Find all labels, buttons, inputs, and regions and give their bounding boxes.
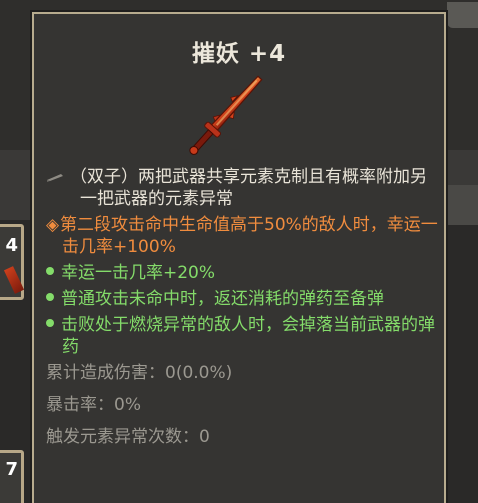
- item-details: （双子）两把武器共享元素克制且有概率附加另一把武器的元素异常 ◈第二段攻击命中生…: [46, 166, 441, 458]
- stat-element-triggers: 触发元素异常次数：0: [46, 427, 210, 447]
- weapon-image: [189, 75, 263, 155]
- dot-icon: [46, 319, 54, 327]
- description-text: （双子）两把武器共享元素克制且有概率附加另一把武器的元素异常: [70, 167, 427, 209]
- weapon-slot-level: 4: [5, 235, 18, 256]
- effect-line: 普通攻击未命中时，返还消耗的弹药至备弹: [46, 288, 441, 310]
- background-button[interactable]: [447, 2, 478, 28]
- game-screen: 4 7 摧妖 +4 （双子）两把武器共享元素克制且有概率附加另一把武器的元素异常…: [0, 0, 478, 503]
- effect-text: 普通攻击未命中时，返还消耗的弹药至备弹: [61, 289, 384, 309]
- weapon-slot-1[interactable]: 4: [0, 224, 25, 300]
- item-description: （双子）两把武器共享元素克制且有概率附加另一把武器的元素异常: [46, 166, 441, 210]
- pen-icon: [47, 174, 63, 182]
- effect-text: 击败处于燃烧异常的敌人时，会掉落当前武器的弹药: [61, 315, 435, 357]
- effect-text: 幸运一击几率+20%: [61, 263, 216, 283]
- weapon-slot-level: 7: [5, 459, 18, 480]
- special-effect: ◈第二段攻击命中生命值高于50%的敌人时，幸运一击几率+100%: [46, 214, 441, 258]
- weapon-slot-2[interactable]: 7: [0, 450, 24, 503]
- stat-total-damage: 累计造成伤害：0(0.0%): [46, 363, 233, 383]
- stat-crit-rate: 暴击率：0%: [46, 395, 141, 415]
- diamond-icon: ◈: [46, 215, 60, 235]
- item-tooltip: 摧妖 +4 （双子）两把武器共享元素克制且有概率附加另一把武器的元素异常 ◈第二…: [32, 12, 446, 503]
- effect-line: 幸运一击几率+20%: [46, 262, 441, 284]
- dot-icon: [46, 267, 54, 275]
- special-effect-text: 第二段攻击命中生命值高于50%的敌人时，幸运一击几率+100%: [60, 215, 438, 257]
- dot-icon: [46, 293, 54, 301]
- weapon-slot-thumbnail: [3, 266, 25, 294]
- background-panel-edge: [447, 185, 478, 225]
- effect-line: 击败处于燃烧异常的敌人时，会掉落当前武器的弹药: [46, 314, 441, 358]
